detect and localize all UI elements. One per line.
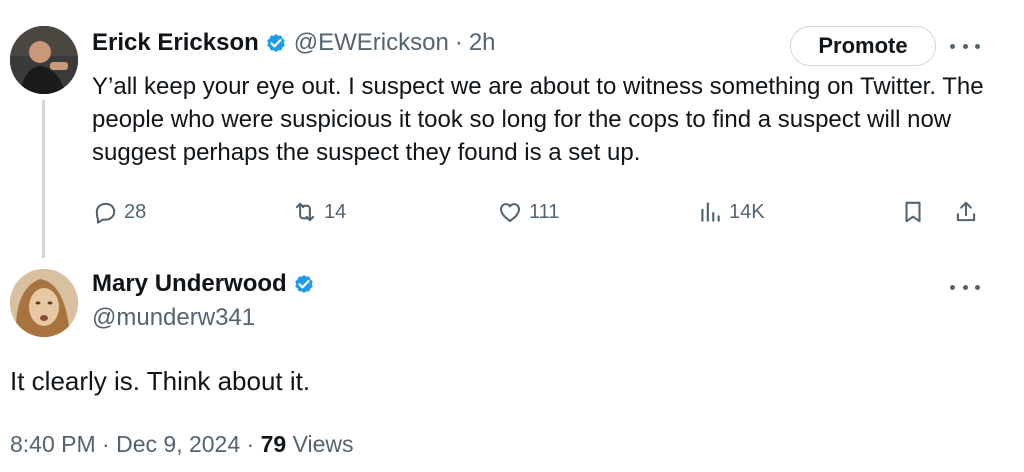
analytics-bar-icon — [701, 202, 720, 222]
tweet2-time[interactable]: 8:40 PM — [10, 431, 96, 457]
repost-icon — [295, 202, 315, 222]
repost-button[interactable]: 14 — [292, 195, 346, 229]
tweet2-views-count: 79 — [260, 431, 287, 457]
tweet2-header: Mary Underwood — [92, 268, 322, 300]
verified-badge-icon[interactable] — [264, 31, 288, 55]
tweet1-text: Y’all keep your eye out. I suspect we ar… — [92, 73, 984, 166]
thread-connector-line — [42, 100, 45, 258]
meta-separator: · — [246, 431, 255, 457]
tweet1-header: Erick Erickson @EWErickson · 2h — [92, 27, 496, 59]
tweet2-handle[interactable]: @munderw341 — [92, 304, 255, 332]
tweet1-display-name[interactable]: Erick Erickson — [92, 29, 259, 57]
reply-button[interactable]: 28 — [92, 195, 146, 229]
reply-count: 28 — [124, 200, 147, 223]
reply-icon — [95, 202, 116, 224]
meta-separator: · — [102, 431, 110, 457]
views-button[interactable]: 14K — [697, 195, 765, 229]
tweet2-text: It clearly is. Think about it. — [10, 366, 311, 396]
share-button[interactable] — [953, 195, 985, 229]
tweet1-separator: · — [454, 29, 463, 56]
bookmark-icon — [905, 201, 921, 223]
tweet2-metadata: 8:40 PM · Dec 9, 2024 · 79 Views — [10, 431, 354, 458]
avatar-mary-underwood[interactable] — [10, 269, 78, 337]
more-options-icon[interactable] — [950, 282, 980, 292]
avatar-erick-erickson[interactable] — [10, 26, 78, 94]
repost-count: 14 — [324, 200, 347, 223]
like-button[interactable]: 111 — [497, 195, 559, 229]
tweet1-timestamp[interactable]: 2h — [469, 29, 496, 57]
like-count: 111 — [529, 200, 560, 223]
heart-icon — [499, 203, 521, 223]
more-options-icon[interactable] — [950, 41, 980, 51]
tweet2-date[interactable]: Dec 9, 2024 — [116, 431, 240, 457]
tweet1-handle[interactable]: @EWErickson — [294, 29, 449, 57]
bookmark-button[interactable] — [900, 195, 932, 229]
tweet-thread: Erick Erickson @EWErickson · 2h Promote … — [0, 0, 1024, 472]
promote-button[interactable]: Promote — [790, 26, 936, 66]
tweet2-display-name[interactable]: Mary Underwood — [92, 270, 287, 298]
tweet2-views-label: Views — [292, 431, 354, 457]
view-count: 14K — [729, 200, 765, 223]
verified-badge-icon[interactable] — [292, 272, 316, 296]
share-icon — [956, 201, 976, 222]
tweet1-action-bar: 28 14 111 14K — [0, 195, 1024, 229]
